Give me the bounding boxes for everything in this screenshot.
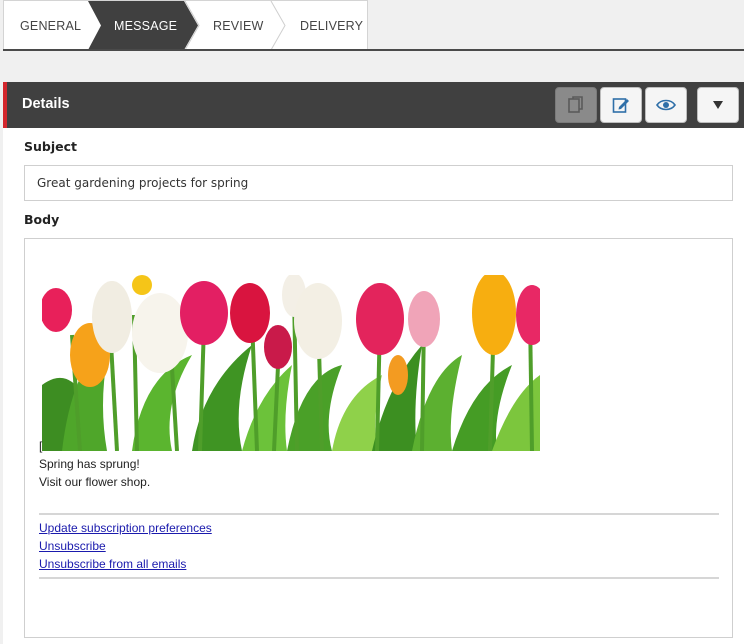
panel-title: Details	[22, 96, 70, 112]
divider	[39, 577, 719, 579]
step-label: DELIVERY	[300, 18, 364, 33]
copy-icon	[568, 96, 583, 113]
body-label: Body	[24, 212, 60, 227]
panel-header: Details	[3, 82, 744, 128]
edit-icon	[612, 98, 629, 113]
subject-input[interactable]	[24, 165, 733, 201]
step-label: GENERAL	[20, 18, 82, 33]
eye-icon	[656, 99, 676, 111]
body-editor[interactable]: [ Spring has sprung! Visit our flower sh…	[24, 238, 733, 638]
unsubscribe-link[interactable]: Unsubscribe	[39, 539, 106, 553]
image-alt-bracket: [	[39, 439, 43, 453]
body-line: Spring has sprung!	[39, 457, 140, 471]
subject-label: Subject	[24, 139, 77, 154]
steps-divider	[3, 49, 744, 51]
step-delivery[interactable]: DELIVERY	[271, 1, 367, 50]
step-label: REVIEW	[213, 18, 264, 33]
dropdown-arrow-icon	[713, 101, 723, 109]
copy-button[interactable]	[555, 87, 597, 123]
update-subscription-link[interactable]: Update subscription preferences	[39, 521, 212, 535]
unsubscribe-all-link[interactable]: Unsubscribe from all emails	[39, 557, 186, 571]
edit-button[interactable]	[600, 87, 642, 123]
wizard-steps: GENERAL MESSAGE REVIEW DELIVERY	[3, 0, 368, 50]
details-content: Subject Body	[3, 128, 744, 644]
step-review[interactable]: REVIEW	[185, 1, 271, 50]
step-general[interactable]: GENERAL	[4, 1, 88, 50]
body-line: Visit our flower shop.	[39, 475, 151, 489]
step-message[interactable]: MESSAGE	[88, 1, 185, 50]
step-label: MESSAGE	[114, 18, 178, 33]
tulips-banner-image	[42, 275, 540, 451]
preview-button[interactable]	[645, 87, 687, 123]
divider	[39, 513, 719, 515]
more-actions-button[interactable]	[697, 87, 739, 123]
